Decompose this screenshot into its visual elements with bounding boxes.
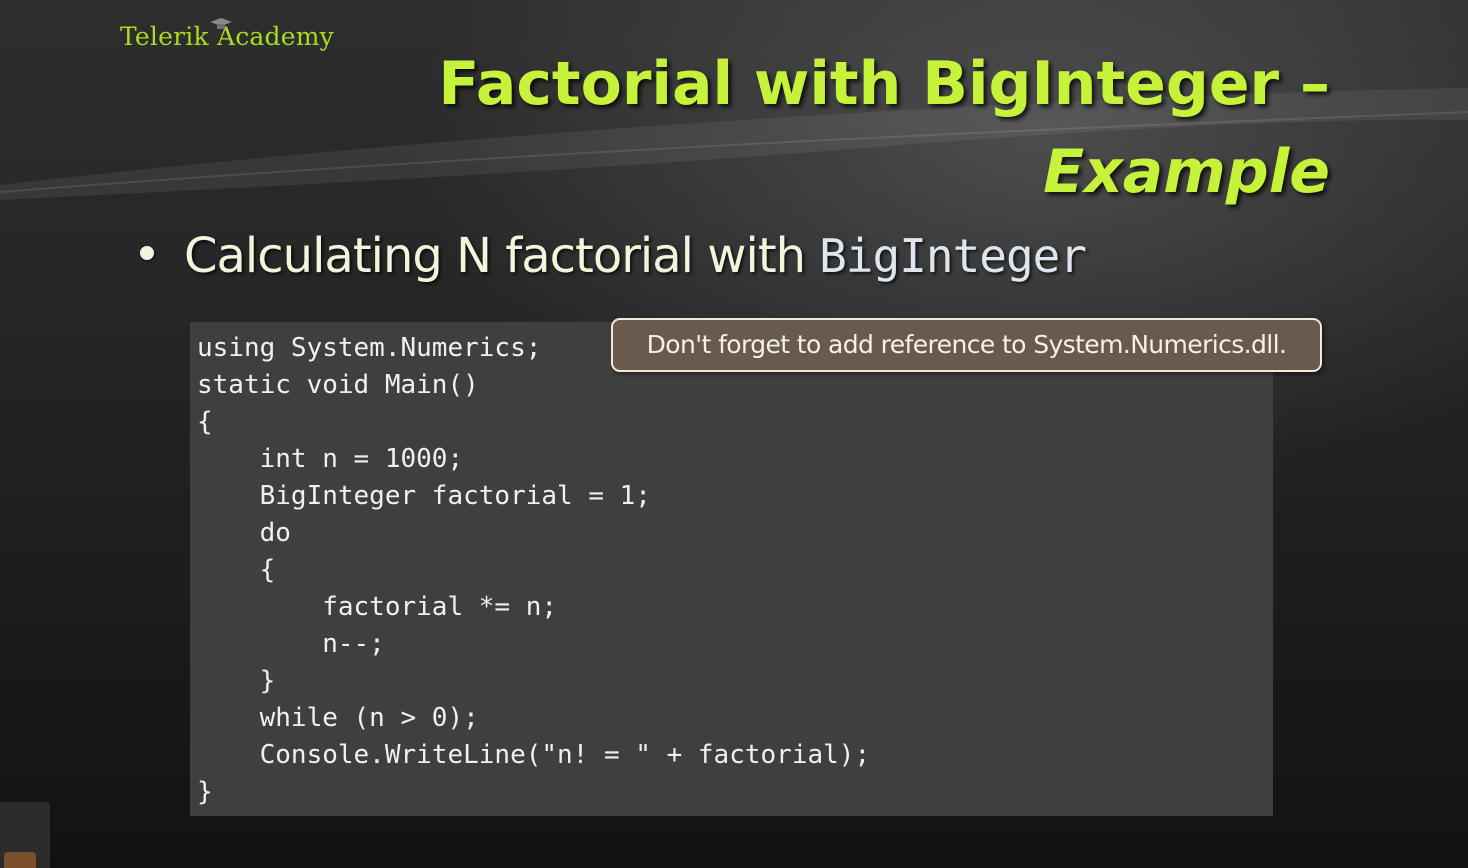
code-line: { (197, 407, 213, 437)
code-line: Console.WriteLine("n! = " + factorial); (197, 740, 871, 770)
bullet-code-term: BigInteger (819, 229, 1087, 283)
code-line: int n = 1000; (197, 444, 464, 474)
code-line: factorial *= n; (197, 592, 558, 622)
code-line: n--; (197, 629, 385, 659)
code-line: while (n > 0); (197, 703, 479, 733)
rss-icon[interactable] (4, 852, 36, 868)
code-line: do (197, 518, 291, 548)
code-line: } (197, 666, 276, 696)
code-line: static void Main() (197, 370, 479, 400)
code-block: using System.Numerics; static void Main(… (190, 322, 1273, 816)
code-line: } (197, 777, 213, 807)
code-line: { (197, 555, 276, 585)
telerik-academy-logo: Telerik Academy (120, 18, 334, 51)
reference-callout: Don't forget to add reference to System.… (611, 318, 1322, 372)
bullet-dot-icon (140, 246, 154, 260)
slide-title: Factorial with BigInteger – Example (330, 40, 1330, 216)
graduation-cap-icon (210, 18, 232, 29)
code-line: BigInteger factorial = 1; (197, 481, 651, 511)
title-line-2: Example (1043, 137, 1330, 207)
title-line-1: Factorial with BigInteger – (438, 49, 1330, 119)
bullet-text: Calculating N factorial with (184, 228, 806, 284)
bullet-item: Calculating N factorial with BigInteger (140, 228, 1087, 284)
